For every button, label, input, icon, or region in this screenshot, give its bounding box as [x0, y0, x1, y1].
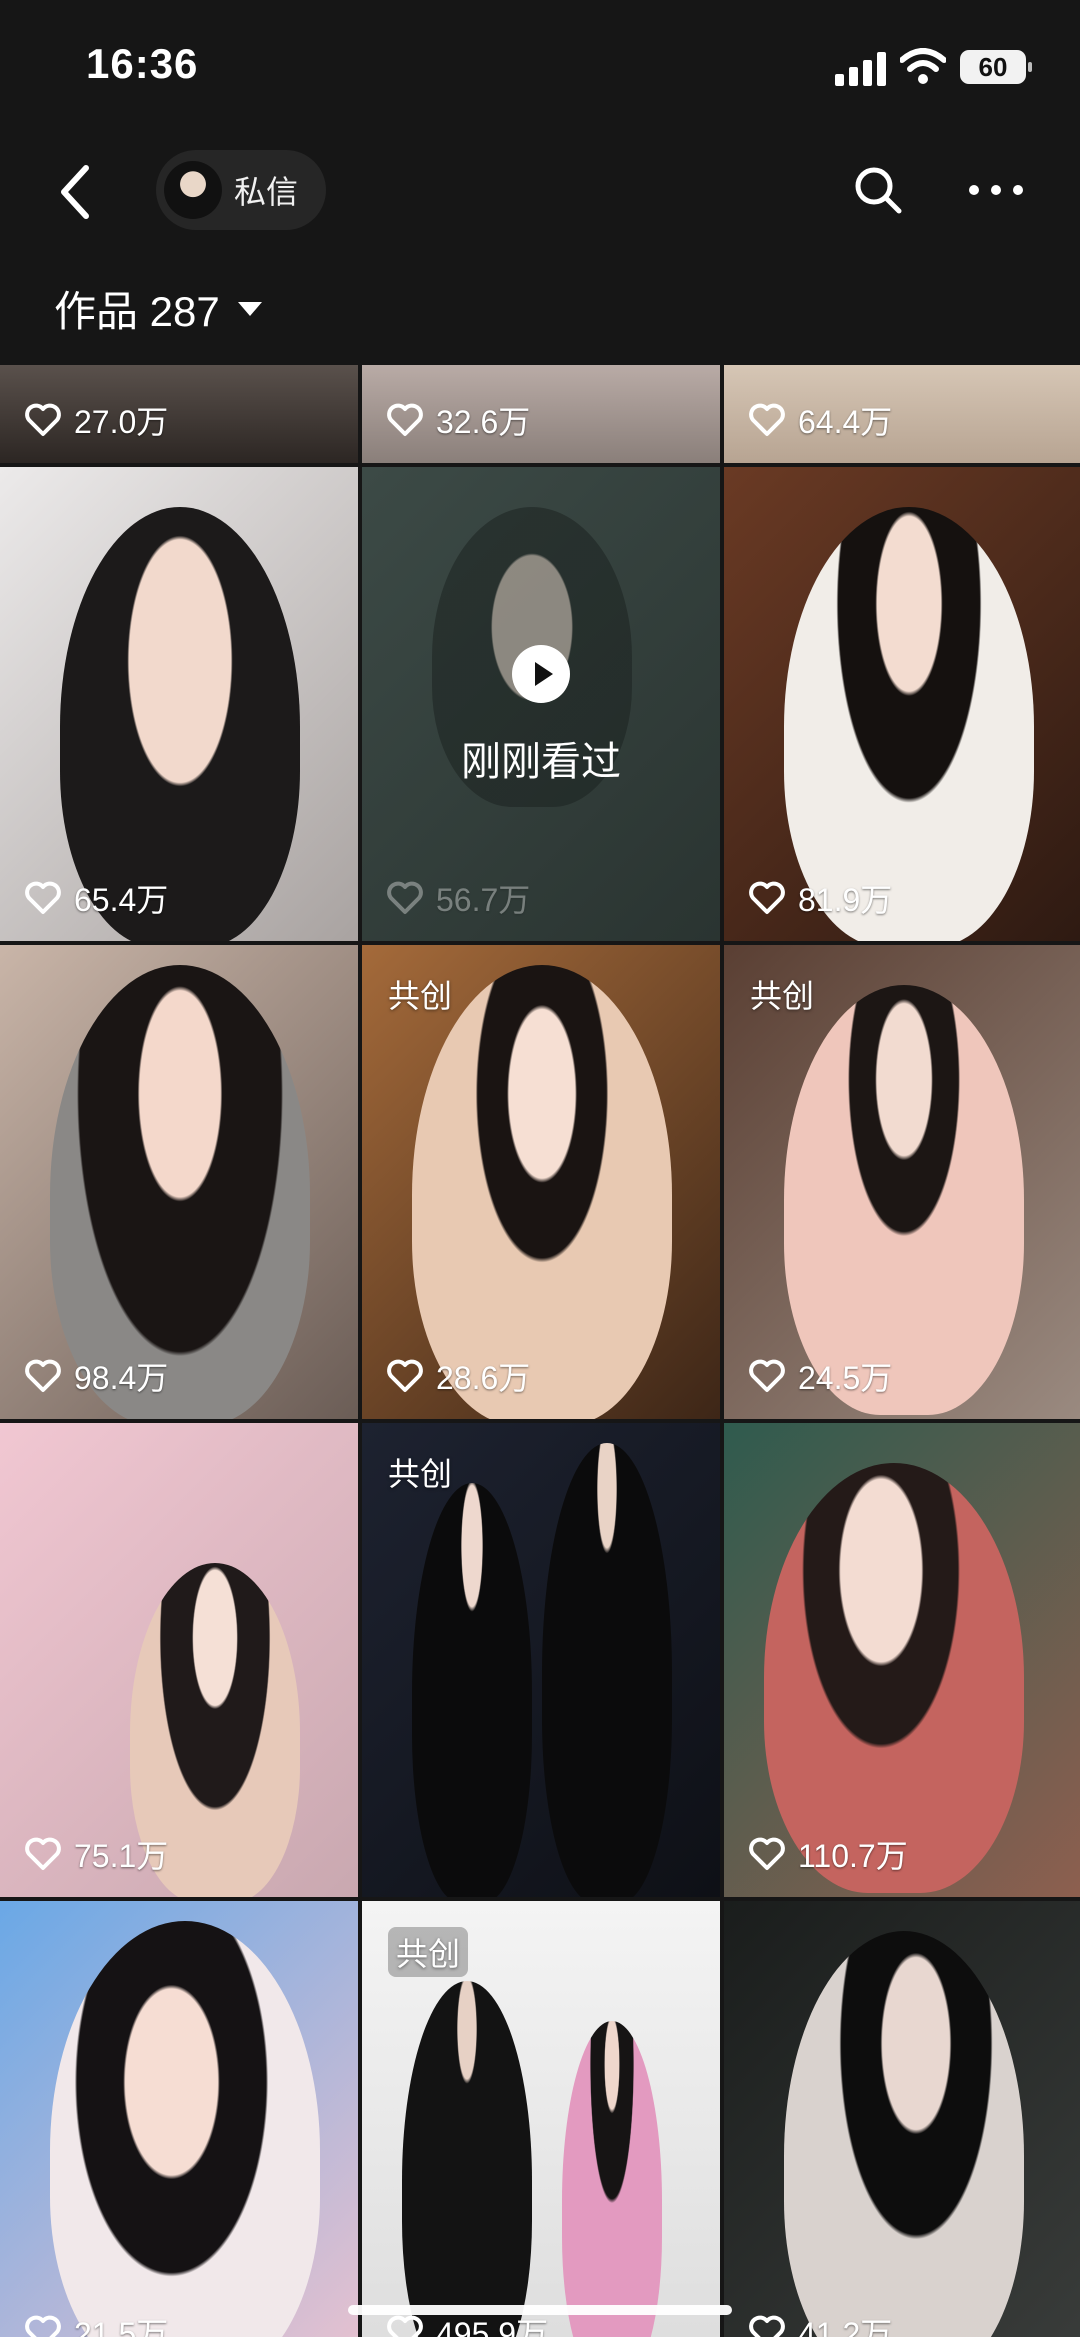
thumbnail-figure: [50, 1921, 320, 2337]
heart-icon: [387, 2315, 423, 2337]
back-arrow-icon[interactable]: [56, 160, 96, 224]
thumbnail-figure: [562, 2021, 662, 2337]
chevron-down-icon: [237, 301, 262, 316]
video-tile[interactable]: 32.6万: [362, 365, 720, 463]
video-tile[interactable]: 共创 495.9万: [362, 1901, 720, 2337]
video-tile-recently-viewed[interactable]: 刚刚看过 56.7万: [362, 467, 720, 941]
like-count: 65.4万: [24, 875, 168, 921]
cocreate-badge: 共创: [388, 1927, 469, 1977]
video-tile[interactable]: 共创 24.5万: [724, 945, 1080, 1419]
like-count: 21.5万: [24, 2309, 168, 2337]
heart-icon: [387, 403, 423, 436]
like-count: 110.7万: [748, 1831, 908, 1877]
like-count: 41.2万: [748, 2309, 892, 2337]
like-count: 81.9万: [748, 875, 892, 921]
direct-message-button[interactable]: 私信: [156, 150, 326, 230]
video-tile[interactable]: 75.1万: [0, 1423, 358, 1897]
play-icon: [512, 645, 570, 703]
like-count: 56.7万: [386, 875, 530, 921]
more-options-icon[interactable]: [966, 174, 1026, 206]
video-tile[interactable]: 110.7万: [724, 1423, 1080, 1897]
works-count-label: 作品 287: [54, 288, 220, 335]
video-tile[interactable]: 41.2万: [724, 1901, 1080, 2337]
wifi-icon: [900, 48, 946, 84]
video-grid: 27.0万 32.6万 64.4万 65.4万 刚刚看过 56.7万 81.9万…: [0, 365, 1080, 2337]
direct-message-label: 私信: [234, 174, 299, 210]
thumbnail-figure: [784, 1931, 1024, 2337]
home-indicator[interactable]: [348, 2305, 732, 2315]
heart-icon: [387, 1359, 423, 1392]
battery-indicator: 60: [960, 50, 1032, 84]
video-tile[interactable]: 共创: [362, 1423, 720, 1897]
heart-icon: [749, 1359, 785, 1392]
like-count: 98.4万: [24, 1353, 168, 1399]
like-count: 64.4万: [748, 397, 892, 443]
thumbnail-figure: [412, 965, 672, 1419]
heart-icon: [749, 403, 785, 436]
thumbnail-figure: [784, 985, 1024, 1415]
thumbnail-figure: [412, 1483, 532, 1897]
cocreate-badge: 共创: [750, 978, 815, 1014]
heart-icon: [25, 1837, 61, 1870]
heart-icon: [749, 881, 785, 914]
thumbnail-figure: [764, 1463, 1024, 1893]
like-count: 27.0万: [24, 397, 168, 443]
cocreate-badge: 共创: [388, 1456, 453, 1492]
like-count: 28.6万: [386, 1353, 530, 1399]
like-count: 24.5万: [748, 1353, 892, 1399]
video-tile[interactable]: 65.4万: [0, 467, 358, 941]
video-tile[interactable]: 共创 28.6万: [362, 945, 720, 1419]
search-icon[interactable]: [852, 164, 904, 216]
signal-icon: [835, 52, 886, 86]
video-tile[interactable]: 21.5万: [0, 1901, 358, 2337]
video-tile[interactable]: 27.0万: [0, 365, 358, 463]
heart-icon: [387, 881, 423, 914]
heart-icon: [25, 1359, 61, 1392]
like-count: 32.6万: [386, 397, 530, 443]
thumbnail-figure: [402, 1981, 532, 2337]
cocreate-badge: 共创: [388, 978, 453, 1014]
avatar: [164, 161, 222, 219]
status-bar: 16:36 60: [0, 0, 1080, 140]
thumbnail-figure: [542, 1443, 672, 1897]
heart-icon: [25, 2315, 61, 2337]
works-filter[interactable]: 作品 287: [54, 278, 262, 339]
recently-viewed-label: 刚刚看过: [461, 740, 621, 784]
video-tile[interactable]: 64.4万: [724, 365, 1080, 463]
heart-icon: [25, 881, 61, 914]
like-count: 75.1万: [24, 1831, 168, 1877]
heart-icon: [749, 2315, 785, 2337]
video-tile[interactable]: 81.9万: [724, 467, 1080, 941]
heart-icon: [749, 1837, 785, 1870]
status-time: 16:36: [86, 40, 199, 87]
thumbnail-figure: [50, 965, 310, 1419]
video-tile[interactable]: 98.4万: [0, 945, 358, 1419]
heart-icon: [25, 403, 61, 436]
